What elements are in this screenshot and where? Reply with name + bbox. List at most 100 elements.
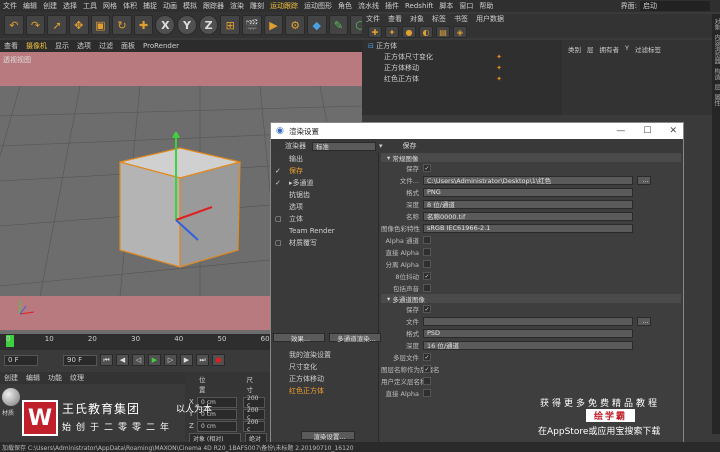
take-item-active[interactable]: 红色正方体 [273, 385, 377, 397]
prev-frame-icon[interactable]: ◁ [132, 354, 145, 366]
check-icon[interactable]: ✓ [275, 179, 289, 187]
tab-attributes[interactable]: 属性 [712, 94, 720, 106]
check-icon[interactable]: ✓ [275, 167, 289, 175]
undo-icon[interactable]: ↶ [4, 15, 24, 35]
tab-content-browser[interactable]: 内容浏览器 [712, 34, 720, 64]
menu-edit[interactable]: 编辑 [20, 1, 40, 11]
object-row-red-cube[interactable]: 红色正方体 ✦ [362, 73, 562, 84]
browse-button[interactable]: … [637, 175, 651, 185]
size-z-field[interactable]: 200 c [243, 419, 265, 433]
menu-file[interactable]: 文件 [0, 1, 20, 11]
prev-key-icon[interactable]: ◀ [116, 354, 129, 366]
record-icon[interactable]: ● [402, 26, 416, 38]
render-settings-icon[interactable]: ⚙ [285, 15, 305, 35]
move-icon[interactable]: ✥ [68, 15, 89, 35]
viewport-menu-prorender[interactable]: ProRender [139, 42, 183, 50]
z-axis-icon[interactable]: Z [198, 15, 219, 35]
render-view-icon[interactable]: 🎬 [242, 15, 262, 35]
tree-item-multipass[interactable]: ✓ ▸ 多通道 [271, 177, 378, 189]
tree-item-team-render[interactable]: Team Render [271, 225, 378, 237]
tab-objects[interactable]: 对象 [712, 18, 720, 30]
take-new-icon[interactable]: ✚ [368, 26, 382, 38]
tree-item-options[interactable]: 选项 [271, 201, 378, 213]
mat-menu-create[interactable]: 创建 [0, 373, 22, 383]
depth-select[interactable]: 8 位/通道 [423, 199, 633, 209]
sound-checkbox[interactable] [423, 284, 431, 292]
color-profile-field[interactable]: sRGB IEC61966-2.1 [423, 223, 633, 233]
tree-item-antialiasing[interactable]: 抗锯齿 [271, 189, 378, 201]
cube-object[interactable] [100, 132, 250, 302]
viewport-menu-options[interactable]: 选项 [73, 41, 95, 51]
renderer-select[interactable]: 标准 [312, 141, 376, 151]
cube-icon[interactable]: ◆ [306, 15, 327, 35]
size-y-field[interactable]: 200 c [243, 407, 265, 421]
scale-icon[interactable]: ▣ [90, 15, 111, 35]
recent-tool-icon[interactable]: ✚ [133, 15, 154, 35]
om-menu-view[interactable]: 查看 [384, 14, 406, 24]
end-frame-field[interactable]: 90 F [63, 354, 97, 366]
next-key-icon[interactable]: ▶ [180, 354, 193, 366]
take-item[interactable]: 正方体移动 [273, 373, 377, 385]
tab-layers[interactable]: 层 [712, 84, 720, 90]
om-menu-file[interactable]: 文件 [362, 14, 384, 24]
go-start-icon[interactable]: ⏮ [100, 354, 113, 366]
menu-redshift[interactable]: Redshift [402, 2, 436, 10]
take-item[interactable]: 尺寸变化 [273, 361, 377, 373]
renderer-dropdown-icon[interactable]: ▾ [379, 142, 383, 150]
effects-button[interactable]: 效果... [273, 333, 325, 343]
tree-item-save[interactable]: ✓ 保存 [271, 165, 378, 177]
viewport-menu-display[interactable]: 显示 [51, 41, 73, 51]
multipass-render-button[interactable]: 多通道渲染... [329, 333, 381, 343]
mat-menu-texture[interactable]: 纹理 [66, 373, 88, 383]
om-menu-userdata[interactable]: 用户数据 [472, 14, 508, 24]
object-row-cube[interactable]: ⊟ 正方体 [362, 40, 562, 51]
minimize-icon[interactable]: — [616, 126, 625, 136]
dither-checkbox[interactable]: ✓ [423, 272, 431, 280]
menu-tracker[interactable]: 跟踪器 [200, 1, 227, 11]
menu-simulate[interactable]: 模拟 [180, 1, 200, 11]
menu-help[interactable]: 帮助 [476, 1, 496, 11]
start-frame-field[interactable]: 0 F [4, 354, 38, 366]
tree-item-output[interactable]: 输出 [271, 153, 378, 165]
mat-menu-function[interactable]: 功能 [44, 373, 66, 383]
take-lock-icon[interactable]: ◈ [453, 26, 467, 38]
checkbox-empty-icon[interactable]: ▢ [275, 215, 289, 223]
om-menu-bookmarks[interactable]: 书签 [450, 14, 472, 24]
alpha-checkbox[interactable] [423, 236, 431, 244]
tree-item-stereo[interactable]: ▢ 立体 [271, 213, 378, 225]
override-icon[interactable]: ◐ [419, 26, 433, 38]
separate-alpha-checkbox[interactable] [423, 260, 431, 268]
size-x-field[interactable]: 200 c [243, 395, 265, 409]
save-checkbox[interactable]: ✓ [423, 164, 431, 172]
viewport-menu-camera[interactable]: 摄像机 [22, 41, 51, 51]
menu-character[interactable]: 角色 [335, 1, 355, 11]
menu-mesh[interactable]: 网格 [100, 1, 120, 11]
mp-depth-select[interactable]: 16 位/通道 [423, 340, 633, 350]
menu-pipeline[interactable]: 流水线 [355, 1, 382, 11]
mp-save-checkbox[interactable]: ✓ [423, 305, 431, 313]
layout-select[interactable]: 启动 [640, 1, 710, 11]
play-icon[interactable]: ▶ [148, 354, 161, 366]
object-row-size-change[interactable]: 正方体尺寸变化 ✦ [362, 51, 562, 62]
take-folder-icon[interactable]: ▤ [436, 26, 450, 38]
tree-item-material-override[interactable]: ▢ 材质覆写 [271, 237, 378, 249]
tab-structure[interactable]: 构造 [712, 68, 720, 80]
menu-plugins[interactable]: 插件 [382, 1, 402, 11]
menu-motion-tracking[interactable]: 运动跟踪 [267, 1, 301, 11]
select-arrow-icon[interactable]: ➚ [47, 15, 67, 35]
coordinate-system-icon[interactable]: ⊞ [220, 15, 241, 35]
viewport-menu-filter[interactable]: 过滤 [95, 41, 117, 51]
material-ball[interactable] [2, 388, 20, 406]
menu-window[interactable]: 窗口 [456, 1, 476, 11]
go-end-icon[interactable]: ⏭ [196, 354, 209, 366]
mp-layer-file-checkbox[interactable]: ✓ [423, 353, 431, 361]
x-axis-icon[interactable]: X [155, 15, 176, 35]
render-picture-viewer-icon[interactable]: ▶ [263, 15, 284, 35]
viewport-menu-panel[interactable]: 面板 [117, 41, 139, 51]
om-menu-tags[interactable]: 标签 [428, 14, 450, 24]
redo-icon[interactable]: ↷ [25, 15, 46, 35]
menu-animate[interactable]: 动画 [160, 1, 180, 11]
maximize-icon[interactable]: ☐ [643, 126, 651, 136]
mp-user-layer-checkbox[interactable] [423, 377, 431, 385]
y-axis-icon[interactable]: Y [177, 15, 197, 35]
